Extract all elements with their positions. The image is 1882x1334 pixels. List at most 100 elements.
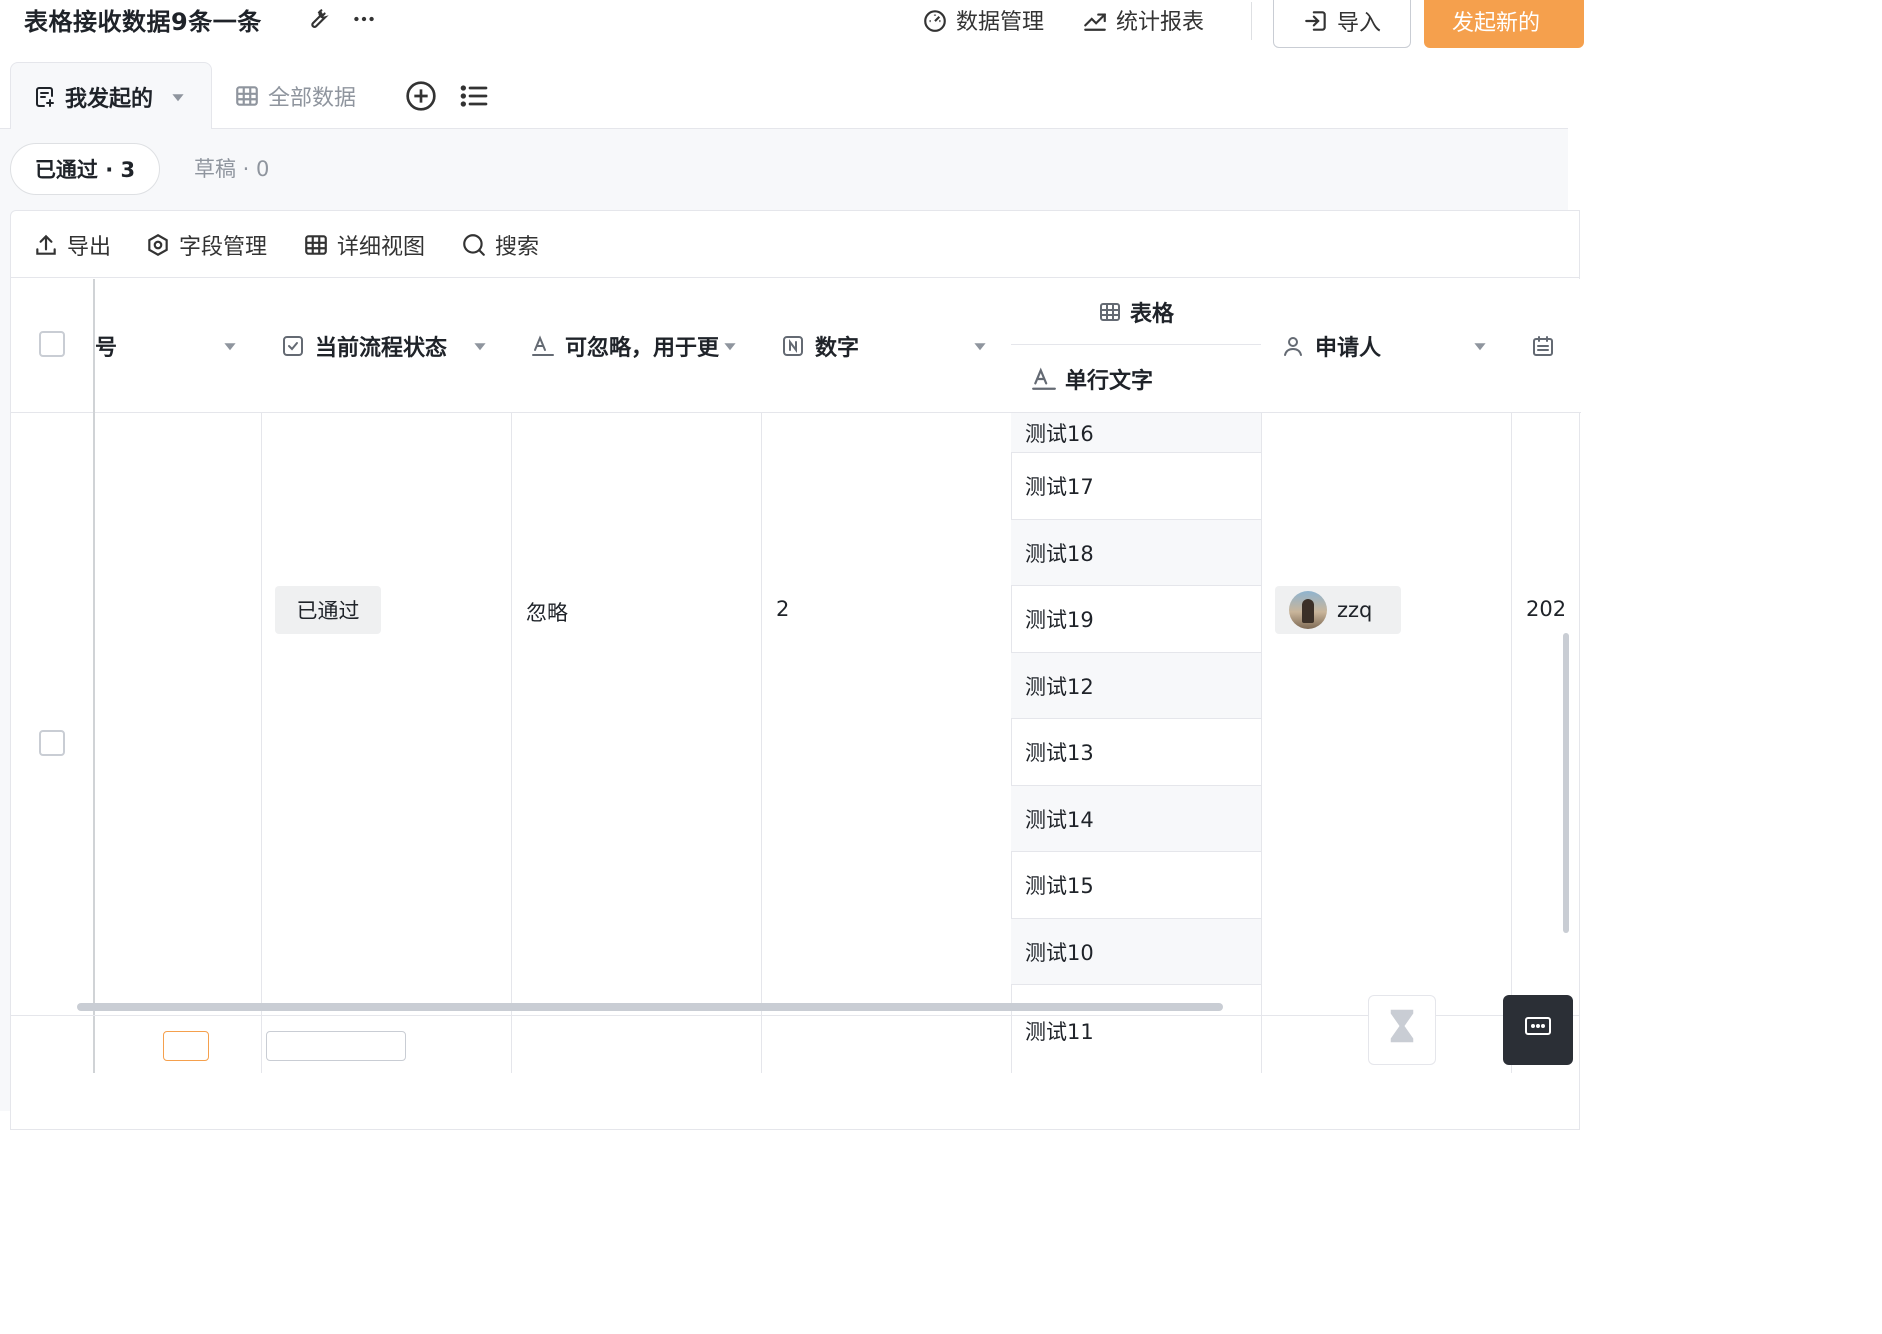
dropdown-icon[interactable] (473, 339, 487, 353)
field-manage-button[interactable]: 字段管理 (145, 229, 267, 261)
data-panel: 导出 字段管理 详细视图 搜索 号 当前流程状态 可忽略，用于更 数字 表格 单… (10, 210, 1581, 1130)
tab-my-submissions[interactable]: 我发起的 (10, 62, 212, 130)
table-icon (1098, 300, 1122, 324)
table-icon (234, 83, 260, 109)
sub-row[interactable]: 测试10 (1011, 919, 1261, 985)
page-number-box[interactable] (163, 1031, 209, 1061)
import-icon (1303, 8, 1329, 34)
sub-row[interactable]: 测试14 (1011, 786, 1261, 852)
column-header-status[interactable]: 当前流程状态 (281, 279, 511, 413)
filter-approved[interactable]: 已通过 · 3 (10, 143, 160, 195)
user-icon (1281, 334, 1305, 358)
search-button[interactable]: 搜索 (461, 229, 539, 261)
data-table: 号 当前流程状态 可忽略，用于更 数字 表格 单行文字 申请人 已通过 忽略 2… (11, 279, 1581, 1073)
column-applicant-label: 申请人 (1315, 336, 1382, 361)
table-icon (303, 232, 329, 258)
avatar (1289, 591, 1327, 629)
table-header: 号 当前流程状态 可忽略，用于更 数字 表格 单行文字 申请人 (11, 279, 1581, 413)
row-checkbox[interactable] (39, 730, 65, 756)
text-field-icon (531, 334, 555, 358)
ignorable-cell: 忽略 (526, 601, 568, 625)
dropdown-icon[interactable] (973, 339, 987, 353)
sub-row[interactable]: 测试13 (1011, 719, 1261, 786)
content-area: 已通过 · 3 草稿 · 0 导出 字段管理 详细视图 搜索 号 当前流程状态 … (0, 129, 1581, 1130)
column-header-serial[interactable]: 号 (95, 279, 261, 413)
caret-down-icon[interactable] (171, 90, 185, 104)
data-manage-label: 数据管理 (956, 10, 1045, 35)
tab-all-data[interactable]: 全部数据 (234, 76, 356, 116)
sub-row[interactable]: 测试16 (1011, 413, 1261, 453)
search-label: 搜索 (495, 235, 540, 260)
divider (1251, 2, 1252, 40)
chat-button[interactable] (1503, 995, 1573, 1065)
new-request-button[interactable]: 发起新的 (1424, 0, 1584, 48)
more-icon[interactable] (350, 6, 378, 32)
dropdown-icon[interactable] (223, 339, 237, 353)
page-size-select[interactable] (266, 1031, 406, 1061)
upload-icon (33, 232, 59, 258)
tab-my-submissions-label: 我发起的 (65, 86, 154, 112)
filter-draft[interactable]: 草稿 · 0 (194, 153, 269, 183)
horizontal-scrollbar[interactable] (77, 1003, 1223, 1011)
loading-button[interactable] (1368, 995, 1436, 1065)
dropdown-icon[interactable] (1473, 339, 1487, 353)
view-tabs: 我发起的 全部数据 (0, 62, 1568, 130)
applicant-chip[interactable]: zzq (1275, 586, 1401, 634)
frozen-column-edge (93, 279, 95, 1073)
vertical-scrollbar[interactable] (1563, 633, 1569, 933)
sub-row[interactable]: 测试15 (1011, 852, 1261, 919)
top-bar: 表格接收数据9条一条 数据管理 统计报表 导入 发起新的 (0, 0, 1584, 52)
checkbox-field-icon (281, 334, 305, 358)
sub-row[interactable]: 测试17 (1011, 453, 1261, 520)
sub-row[interactable]: 测试11 (1011, 985, 1261, 1073)
number-cell: 2 (776, 597, 790, 621)
column-serial-label: 号 (95, 336, 118, 361)
add-view-icon[interactable] (405, 80, 437, 112)
column-group-table-label: 表格 (1129, 301, 1174, 327)
text-field-icon (1031, 366, 1057, 392)
report-label: 统计报表 (1116, 10, 1205, 35)
column-header-date[interactable] (1531, 279, 1581, 413)
chat-icon (1525, 1017, 1551, 1039)
column-header-applicant[interactable]: 申请人 (1281, 279, 1511, 413)
select-all-checkbox[interactable] (39, 331, 65, 357)
calendar-icon (1531, 334, 1555, 358)
hourglass-icon (1387, 1008, 1417, 1044)
settings-icon (145, 232, 171, 258)
dashboard-icon (922, 7, 948, 33)
export-button[interactable]: 导出 (33, 229, 111, 261)
list-icon[interactable] (458, 80, 490, 112)
applicant-name: zzq (1337, 598, 1373, 622)
import-label: 导入 (1336, 11, 1381, 36)
date-cell: 202 (1526, 597, 1567, 621)
form-edit-icon (33, 85, 57, 109)
export-label: 导出 (67, 235, 112, 260)
column-status-label: 当前流程状态 (315, 336, 448, 361)
search-icon (461, 232, 487, 258)
column-group-table[interactable]: 表格 (1011, 279, 1261, 345)
table-toolbar: 导出 字段管理 详细视图 搜索 (11, 211, 1579, 278)
column-header-number[interactable]: 数字 (781, 279, 1011, 413)
column-single-text-label: 单行文字 (1065, 369, 1154, 394)
import-button[interactable]: 导入 (1273, 0, 1411, 48)
sub-row[interactable]: 测试19 (1011, 586, 1261, 653)
report-link[interactable]: 统计报表 (1082, 2, 1204, 38)
column-ignorable-label: 可忽略，用于更 (565, 336, 720, 361)
sub-row[interactable]: 测试18 (1011, 520, 1261, 586)
tab-all-data-label: 全部数据 (268, 86, 357, 111)
sub-row[interactable]: 测试12 (1011, 653, 1261, 719)
trend-chart-icon (1082, 7, 1108, 33)
column-number-label: 数字 (815, 336, 860, 361)
wrench-icon[interactable] (304, 6, 330, 32)
app-title: 表格接收数据9条一条 (24, 8, 262, 36)
field-manage-label: 字段管理 (179, 235, 268, 260)
column-header-ignorable[interactable]: 可忽略，用于更 (531, 279, 761, 413)
data-manage-link[interactable]: 数据管理 (922, 2, 1044, 38)
column-header-single-text[interactable]: 单行文字 (1011, 345, 1261, 413)
footer-divider (11, 1015, 1579, 1016)
detail-view-label: 详细视图 (337, 235, 426, 260)
status-badge: 已通过 (275, 586, 381, 634)
detail-view-button[interactable]: 详细视图 (303, 229, 425, 261)
dropdown-icon[interactable] (723, 339, 737, 353)
number-field-icon (781, 334, 805, 358)
